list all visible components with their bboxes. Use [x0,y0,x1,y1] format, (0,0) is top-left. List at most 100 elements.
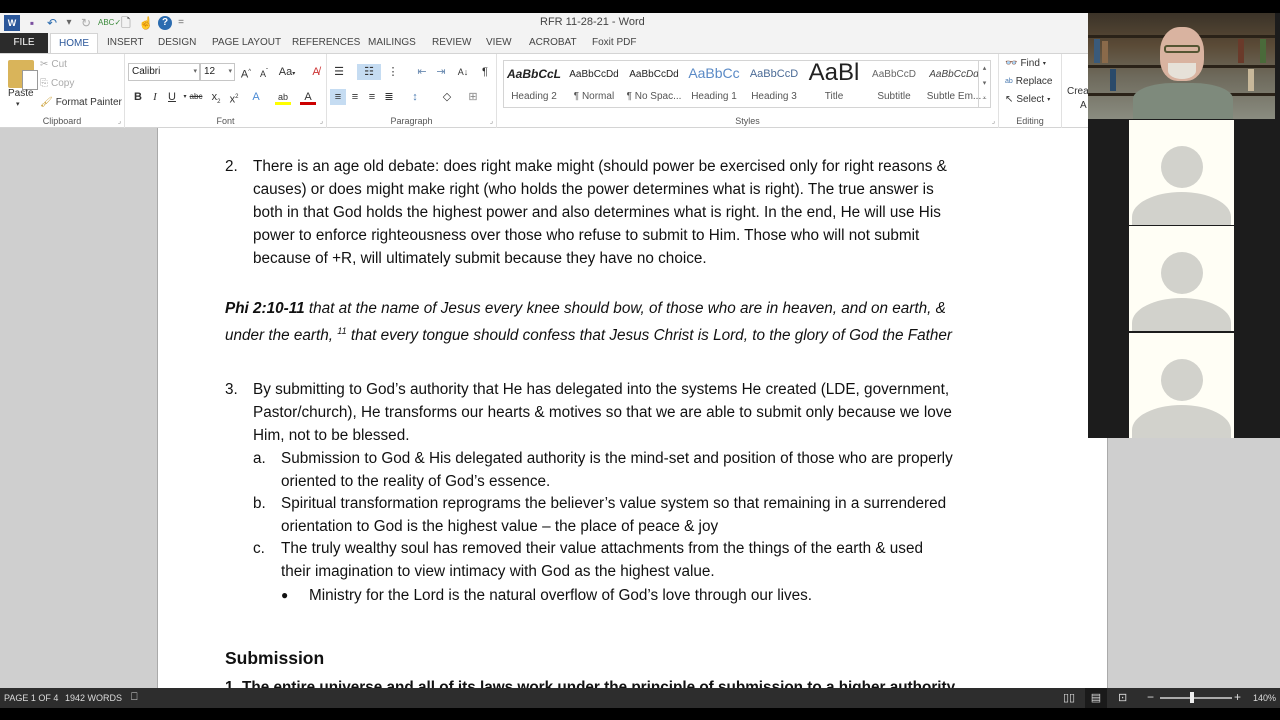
text-line: The truly wealthy soul has removed their… [281,540,923,557]
select-button[interactable]: ↖ Select ▾ [1005,94,1050,105]
decrease-indent-icon[interactable]: ⇤ [414,64,430,80]
page-count[interactable]: PAGE 1 OF 4 [4,693,58,703]
font-launcher-icon[interactable]: ⌟ [320,117,323,125]
book [1248,69,1254,91]
align-center-icon[interactable]: ≡ [347,89,363,105]
spelling-icon[interactable]: ABC✓ [98,15,121,31]
touch-mode-icon[interactable]: ☝ [138,15,154,31]
word-count[interactable]: 1942 WORDS [65,693,122,703]
align-right-icon[interactable]: ≡ [364,89,380,105]
create-pdf-button[interactable]: Crea [1067,86,1089,97]
zoom-slider-thumb[interactable] [1190,692,1194,703]
grow-font-icon[interactable]: A^ [238,64,254,81]
font-color-icon[interactable]: A [300,89,316,105]
borders-icon[interactable]: ⊞ [465,89,481,105]
paragraph-group: ☰ ☷ ⋮ ⇤ ⇥ A↓ ¶ ≡ ≡ ≡ ≣ ↕ ◇ ⊞ Paragraph ⌟ [327,54,497,128]
style-subtitle[interactable]: AaBbCcD Subtitle [864,61,924,107]
font-group: Calibri ▾ 12 ▾ A^ Aˇ Aa▾ A̸ B I U ▾ abc … [125,54,327,128]
style-no-spacing[interactable]: AaBbCcDd ¶ No Spac... [624,61,684,107]
line-spacing-icon[interactable]: ↕ [407,89,423,105]
style-sample: AaBbCcDd [929,69,979,80]
style-name: ¶ Normal [573,91,615,102]
paste-dropdown-icon[interactable]: ▾ [16,100,20,108]
tab-insert[interactable]: INSERT [99,33,152,53]
cut-label: Cut [51,59,67,70]
copy-button[interactable]: ⎘ Copy [40,78,74,89]
format-painter-button[interactable]: 🖌 Format Painter [40,97,122,108]
find-button[interactable]: 👓 Find ▾ [1005,58,1046,69]
style-heading-3[interactable]: AaBbCcD Heading 3 [744,61,804,107]
zoom-out-button[interactable]: − [1147,690,1154,704]
align-left-icon[interactable]: ≡ [330,89,346,105]
styles-launcher-icon[interactable]: ⌟ [992,117,995,125]
tab-home[interactable]: HOME [50,33,98,54]
styles-gallery-scroll[interactable]: ▴ ▾ ⩡ [978,61,990,107]
text-line: that at the name of Jesus every knee sho… [304,300,946,317]
subscript-icon[interactable]: x2 [208,89,224,105]
redo-icon[interactable]: ↻ [78,15,94,31]
clipboard-launcher-icon[interactable]: ⌟ [118,117,121,125]
justify-icon[interactable]: ≣ [381,89,397,105]
zoom-level[interactable]: 140% [1253,693,1276,703]
bullets-icon[interactable]: ☰ [331,64,347,80]
tab-mailings[interactable]: MAILINGS [360,33,424,53]
increase-indent-icon[interactable]: ⇥ [433,64,449,80]
more-styles-icon[interactable]: ⩡ [979,91,990,106]
participant-tile[interactable] [1088,120,1275,225]
copy-label: Copy [51,78,75,89]
tab-page-layout[interactable]: PAGE LAYOUT [204,33,289,53]
undo-dropdown-icon[interactable]: ▾ [64,15,74,31]
tab-view[interactable]: VIEW [478,33,520,53]
tab-foxit-pdf[interactable]: Foxit PDF [584,33,644,53]
print-preview-icon[interactable]: 🗋 [118,15,134,31]
multilevel-list-icon[interactable]: ⋮ [385,64,401,80]
highlight-icon[interactable]: ab [275,89,291,105]
style-heading-2[interactable]: AaBbCcL Heading 2 [504,61,564,107]
shrink-font-icon[interactable]: Aˇ [256,64,272,80]
replace-button[interactable]: ab Replace [1005,76,1053,87]
undo-icon[interactable]: ↶ [44,15,60,31]
tab-references[interactable]: REFERENCES [284,33,368,53]
scroll-down-icon[interactable]: ▾ [979,76,990,91]
shading-icon[interactable]: ◇ [439,89,455,105]
paragraph-launcher-icon[interactable]: ⌟ [490,117,493,125]
book [1110,69,1116,91]
cut-button[interactable]: ✂ Cut [40,59,67,70]
proofing-icon[interactable]: ⎕ [131,691,138,704]
tab-review[interactable]: REVIEW [424,33,479,53]
speaker-video[interactable] [1088,13,1275,119]
tab-acrobat[interactable]: ACROBAT [521,33,585,53]
customize-toolbar-icon[interactable]: = [176,15,186,31]
show-formatting-marks-icon[interactable]: ¶ [477,64,493,80]
clear-formatting-icon[interactable]: A̸ [308,64,324,80]
document-page[interactable]: 2. There is an age old debate: does righ… [157,128,1108,688]
save-icon[interactable]: ▪ [24,15,40,31]
participant-tile[interactable] [1088,226,1275,331]
read-mode-icon[interactable]: ▯▯ [1063,691,1075,704]
change-case-button[interactable]: Aa▾ [276,64,298,80]
numbering-icon[interactable]: ☷ [357,64,381,80]
font-name-combo[interactable]: Calibri ▾ [128,63,200,81]
text-effects-icon[interactable]: A [248,89,264,105]
strikethrough-icon[interactable]: abc [188,89,204,105]
style-normal[interactable]: AaBbCcDd ¶ Normal [564,61,624,107]
scroll-up-icon[interactable]: ▴ [979,61,990,76]
tab-design[interactable]: DESIGN [150,33,204,53]
help-icon[interactable]: ? [158,16,172,30]
web-layout-icon[interactable]: ⊡ [1118,691,1127,704]
participant-tile[interactable] [1088,333,1275,438]
print-layout-icon[interactable]: ▤ [1085,688,1107,708]
format-painter-label: Format Painter [55,97,122,108]
italic-icon[interactable]: I [147,89,163,105]
style-subtle-emphasis[interactable]: AaBbCcDd Subtle Em... [924,61,984,107]
style-title[interactable]: AaBl Title [804,59,864,107]
tab-file[interactable]: FILE [0,33,48,53]
superscript-icon[interactable]: x2 [226,89,242,106]
sort-icon[interactable]: A↓ [455,64,471,80]
bold-icon[interactable]: B [130,89,146,105]
font-size-combo[interactable]: 12 ▾ [200,63,235,81]
style-heading-1[interactable]: AaBbCc Heading 1 [684,61,744,107]
zoom-slider-track[interactable] [1160,697,1232,699]
zoom-in-button[interactable]: + [1234,690,1241,704]
avatar-body-icon [1132,405,1231,438]
